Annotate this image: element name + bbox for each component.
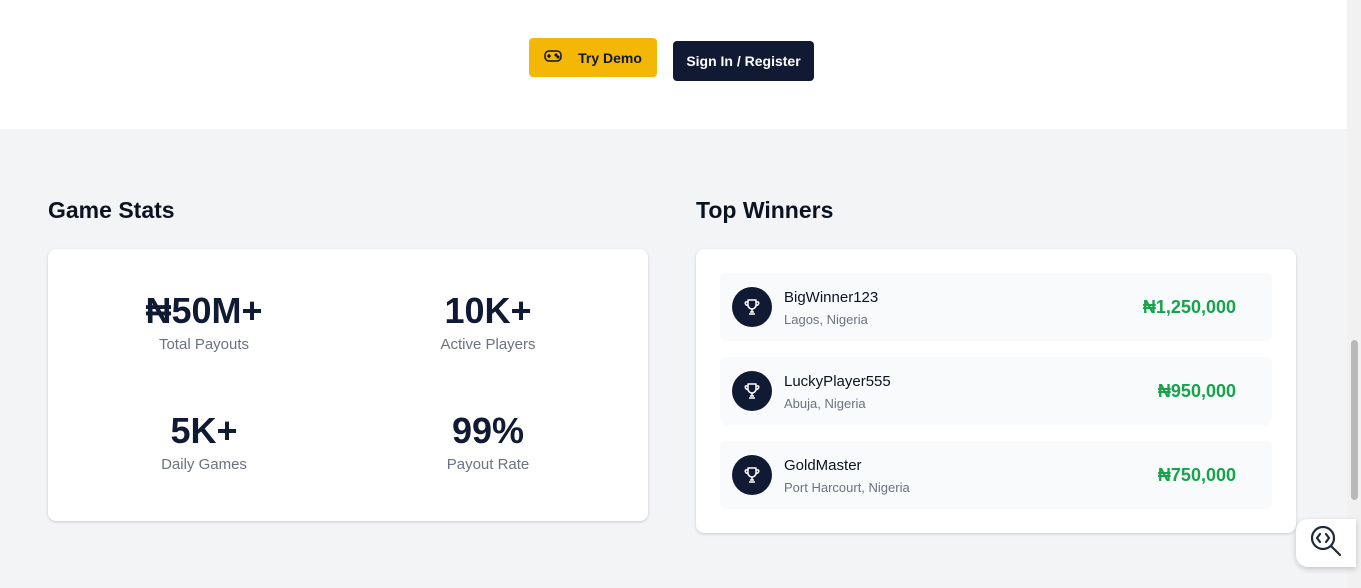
stat-value: 10K+ (444, 290, 532, 331)
winner-row: LuckyPlayer555 Abuja, Nigeria ₦950,000 (720, 357, 1272, 425)
top-winners-title: Top Winners (696, 197, 834, 223)
stat-payout-rate: 99% Payout Rate (346, 410, 630, 474)
winner-amount: ₦950,000 (1157, 381, 1236, 401)
winner-row: BigWinner123 Lagos, Nigeria ₦1,250,000 (720, 273, 1272, 341)
trophy-icon (732, 455, 772, 495)
stat-daily-games: 5K+ Daily Games (62, 410, 346, 474)
stat-total-payouts: ₦50M+ Total Payouts (62, 290, 346, 354)
code-search-button[interactable] (1296, 519, 1356, 567)
stat-label: Active Players (440, 336, 536, 353)
trophy-icon (732, 371, 772, 411)
winner-location: Lagos, Nigeria (784, 312, 868, 327)
stat-value: 5K+ (170, 410, 238, 451)
stat-label: Total Payouts (158, 336, 250, 353)
winner-name: GoldMaster (784, 457, 862, 474)
page-scrollbar[interactable] (1347, 0, 1361, 588)
hero-footer: Try Demo Sign In / Register (0, 0, 1347, 129)
stat-active-players: 10K+ Active Players (346, 290, 630, 354)
winner-amount: ₦1,250,000 (1142, 297, 1236, 317)
game-stats-card: ₦50M+ Total Payouts 10K+ Active Players … (48, 249, 648, 521)
winner-location: Abuja, Nigeria (784, 396, 866, 411)
stat-label: Daily Games (161, 456, 247, 473)
game-stats-title: Game Stats (48, 197, 175, 223)
trophy-icon (732, 287, 772, 327)
winner-name: BigWinner123 (784, 289, 879, 306)
winner-name: LuckyPlayer555 (784, 373, 891, 390)
try-demo-button[interactable]: Try Demo (529, 38, 657, 77)
scrollbar-thumb[interactable] (1351, 340, 1358, 500)
stat-value: 99% (451, 410, 525, 451)
signin-register-button[interactable]: Sign In / Register (673, 41, 814, 81)
try-demo-label: Try Demo (578, 49, 642, 66)
gamepad-icon (544, 49, 562, 66)
winner-row: GoldMaster Port Harcourt, Nigeria ₦750,0… (720, 441, 1272, 509)
winner-location: Port Harcourt, Nigeria (784, 480, 910, 495)
code-search-icon (1309, 524, 1343, 563)
winner-amount: ₦750,000 (1157, 465, 1236, 485)
stat-label: Payout Rate (446, 456, 530, 473)
top-winners-card: BigWinner123 Lagos, Nigeria ₦1,250,000 L… (696, 249, 1296, 533)
stat-value: ₦50M+ (145, 290, 263, 331)
